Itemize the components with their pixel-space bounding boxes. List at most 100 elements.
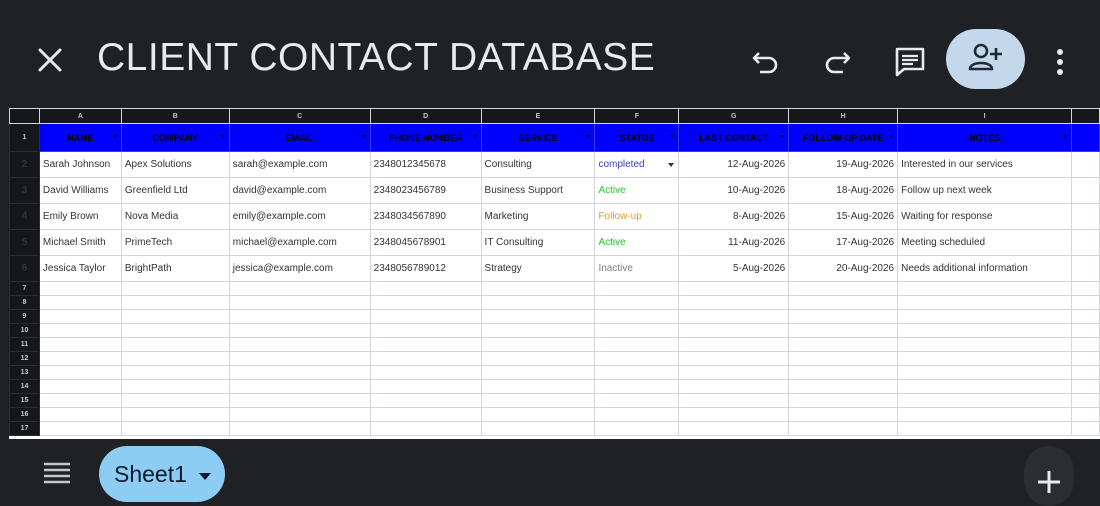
cell[interactable] xyxy=(678,393,790,408)
cell[interactable] xyxy=(788,309,899,324)
cell[interactable] xyxy=(594,421,680,436)
row-number[interactable]: 11 xyxy=(9,337,40,352)
row-number[interactable]: 2 xyxy=(9,151,40,178)
column-header[interactable]: F xyxy=(594,108,680,124)
cell[interactable] xyxy=(678,309,790,324)
cell-email[interactable]: emily@example.com xyxy=(228,203,371,230)
cell[interactable] xyxy=(38,323,122,338)
cell[interactable] xyxy=(369,337,482,352)
cell-status[interactable]: Active xyxy=(594,229,680,256)
cell[interactable] xyxy=(788,393,899,408)
column-header[interactable]: B xyxy=(120,108,230,124)
cell[interactable] xyxy=(369,281,482,296)
cell-notes[interactable]: Interested in our services xyxy=(897,151,1072,178)
cell[interactable] xyxy=(369,295,482,310)
cell[interactable] xyxy=(369,421,482,436)
cell[interactable] xyxy=(228,323,371,338)
select-all-corner[interactable] xyxy=(9,108,40,124)
cell[interactable] xyxy=(897,309,1072,324)
cell-name[interactable]: Jessica Taylor xyxy=(38,255,122,282)
cell[interactable] xyxy=(788,295,899,310)
cell[interactable] xyxy=(228,281,371,296)
cell-service[interactable]: Marketing xyxy=(480,203,596,230)
header-cell-name[interactable]: NAME xyxy=(38,123,122,152)
cell[interactable] xyxy=(1070,323,1100,338)
cell-follow-up-date[interactable]: 19-Aug-2026 xyxy=(788,151,899,178)
filter-icon[interactable] xyxy=(670,135,675,138)
header-cell-company[interactable]: COMPANY xyxy=(120,123,230,152)
cell-phone[interactable]: 2348056789012 xyxy=(369,255,482,282)
cell[interactable] xyxy=(369,351,482,366)
cell[interactable] xyxy=(38,393,122,408)
cell[interactable] xyxy=(897,337,1072,352)
cell[interactable] xyxy=(369,379,482,394)
header-cell-email[interactable]: EMAIL xyxy=(228,123,371,152)
cell[interactable] xyxy=(788,351,899,366)
cell[interactable] xyxy=(678,365,790,380)
row-number[interactable]: 15 xyxy=(9,393,40,408)
share-button[interactable] xyxy=(946,29,1025,89)
cell-service[interactable]: Consulting xyxy=(480,151,596,178)
cell-last-contact[interactable]: 10-Aug-2026 xyxy=(678,177,790,204)
cell-last-contact[interactable]: 5-Aug-2026 xyxy=(678,255,790,282)
row-number[interactable]: 3 xyxy=(9,177,40,204)
cell-last-contact[interactable]: 8-Aug-2026 xyxy=(678,203,790,230)
add-icon[interactable] xyxy=(1024,446,1074,506)
cell[interactable] xyxy=(369,309,482,324)
cell[interactable] xyxy=(38,295,122,310)
cell[interactable] xyxy=(678,281,790,296)
cell[interactable] xyxy=(38,337,122,352)
cell[interactable] xyxy=(120,351,230,366)
cell[interactable] xyxy=(120,337,230,352)
dropdown-icon[interactable] xyxy=(199,473,211,480)
cell[interactable] xyxy=(788,365,899,380)
cell-email[interactable]: jessica@example.com xyxy=(228,255,371,282)
row-number[interactable]: 5 xyxy=(9,229,40,256)
cell[interactable] xyxy=(228,295,371,310)
row-number[interactable]: 17 xyxy=(9,421,40,436)
cell-service[interactable]: Strategy xyxy=(480,255,596,282)
filter-icon[interactable] xyxy=(1062,135,1067,138)
cell[interactable] xyxy=(480,365,596,380)
cell-email[interactable]: michael@example.com xyxy=(228,229,371,256)
cell[interactable] xyxy=(228,421,371,436)
more-vert-icon[interactable] xyxy=(1046,40,1074,84)
cell[interactable] xyxy=(594,407,680,422)
cell[interactable] xyxy=(788,407,899,422)
row-number[interactable]: 6 xyxy=(9,255,40,282)
undo-icon[interactable] xyxy=(744,40,788,84)
cell[interactable] xyxy=(369,365,482,380)
cell[interactable] xyxy=(1070,379,1100,394)
cell[interactable] xyxy=(594,365,680,380)
cell[interactable] xyxy=(678,379,790,394)
cell[interactable] xyxy=(788,337,899,352)
cell[interactable] xyxy=(228,407,371,422)
row-number[interactable]: 13 xyxy=(9,365,40,380)
cell[interactable] xyxy=(38,407,122,422)
cell[interactable] xyxy=(38,365,122,380)
cell[interactable] xyxy=(897,393,1072,408)
cell[interactable] xyxy=(897,421,1072,436)
cell[interactable] xyxy=(228,337,371,352)
cell[interactable] xyxy=(594,379,680,394)
cell[interactable] xyxy=(120,295,230,310)
column-header[interactable]: A xyxy=(38,108,122,124)
cell[interactable] xyxy=(480,323,596,338)
cell[interactable] xyxy=(897,281,1072,296)
header-cell-notes[interactable]: NOTES xyxy=(897,123,1072,152)
cell-company[interactable]: PrimeTech xyxy=(120,229,230,256)
cell[interactable] xyxy=(678,295,790,310)
cell[interactable] xyxy=(120,365,230,380)
cell-follow-up-date[interactable]: 15-Aug-2026 xyxy=(788,203,899,230)
cell-service[interactable]: IT Consulting xyxy=(480,229,596,256)
cell-company[interactable]: Greenfield Ltd xyxy=(120,177,230,204)
cell-notes[interactable]: Follow up next week xyxy=(897,177,1072,204)
cell[interactable] xyxy=(120,407,230,422)
cell-status[interactable]: Active xyxy=(594,177,680,204)
cell[interactable] xyxy=(38,351,122,366)
filter-icon[interactable] xyxy=(780,135,785,138)
cell[interactable] xyxy=(1070,407,1100,422)
column-header[interactable]: H xyxy=(788,108,899,124)
cell[interactable] xyxy=(228,379,371,394)
cell[interactable] xyxy=(678,407,790,422)
